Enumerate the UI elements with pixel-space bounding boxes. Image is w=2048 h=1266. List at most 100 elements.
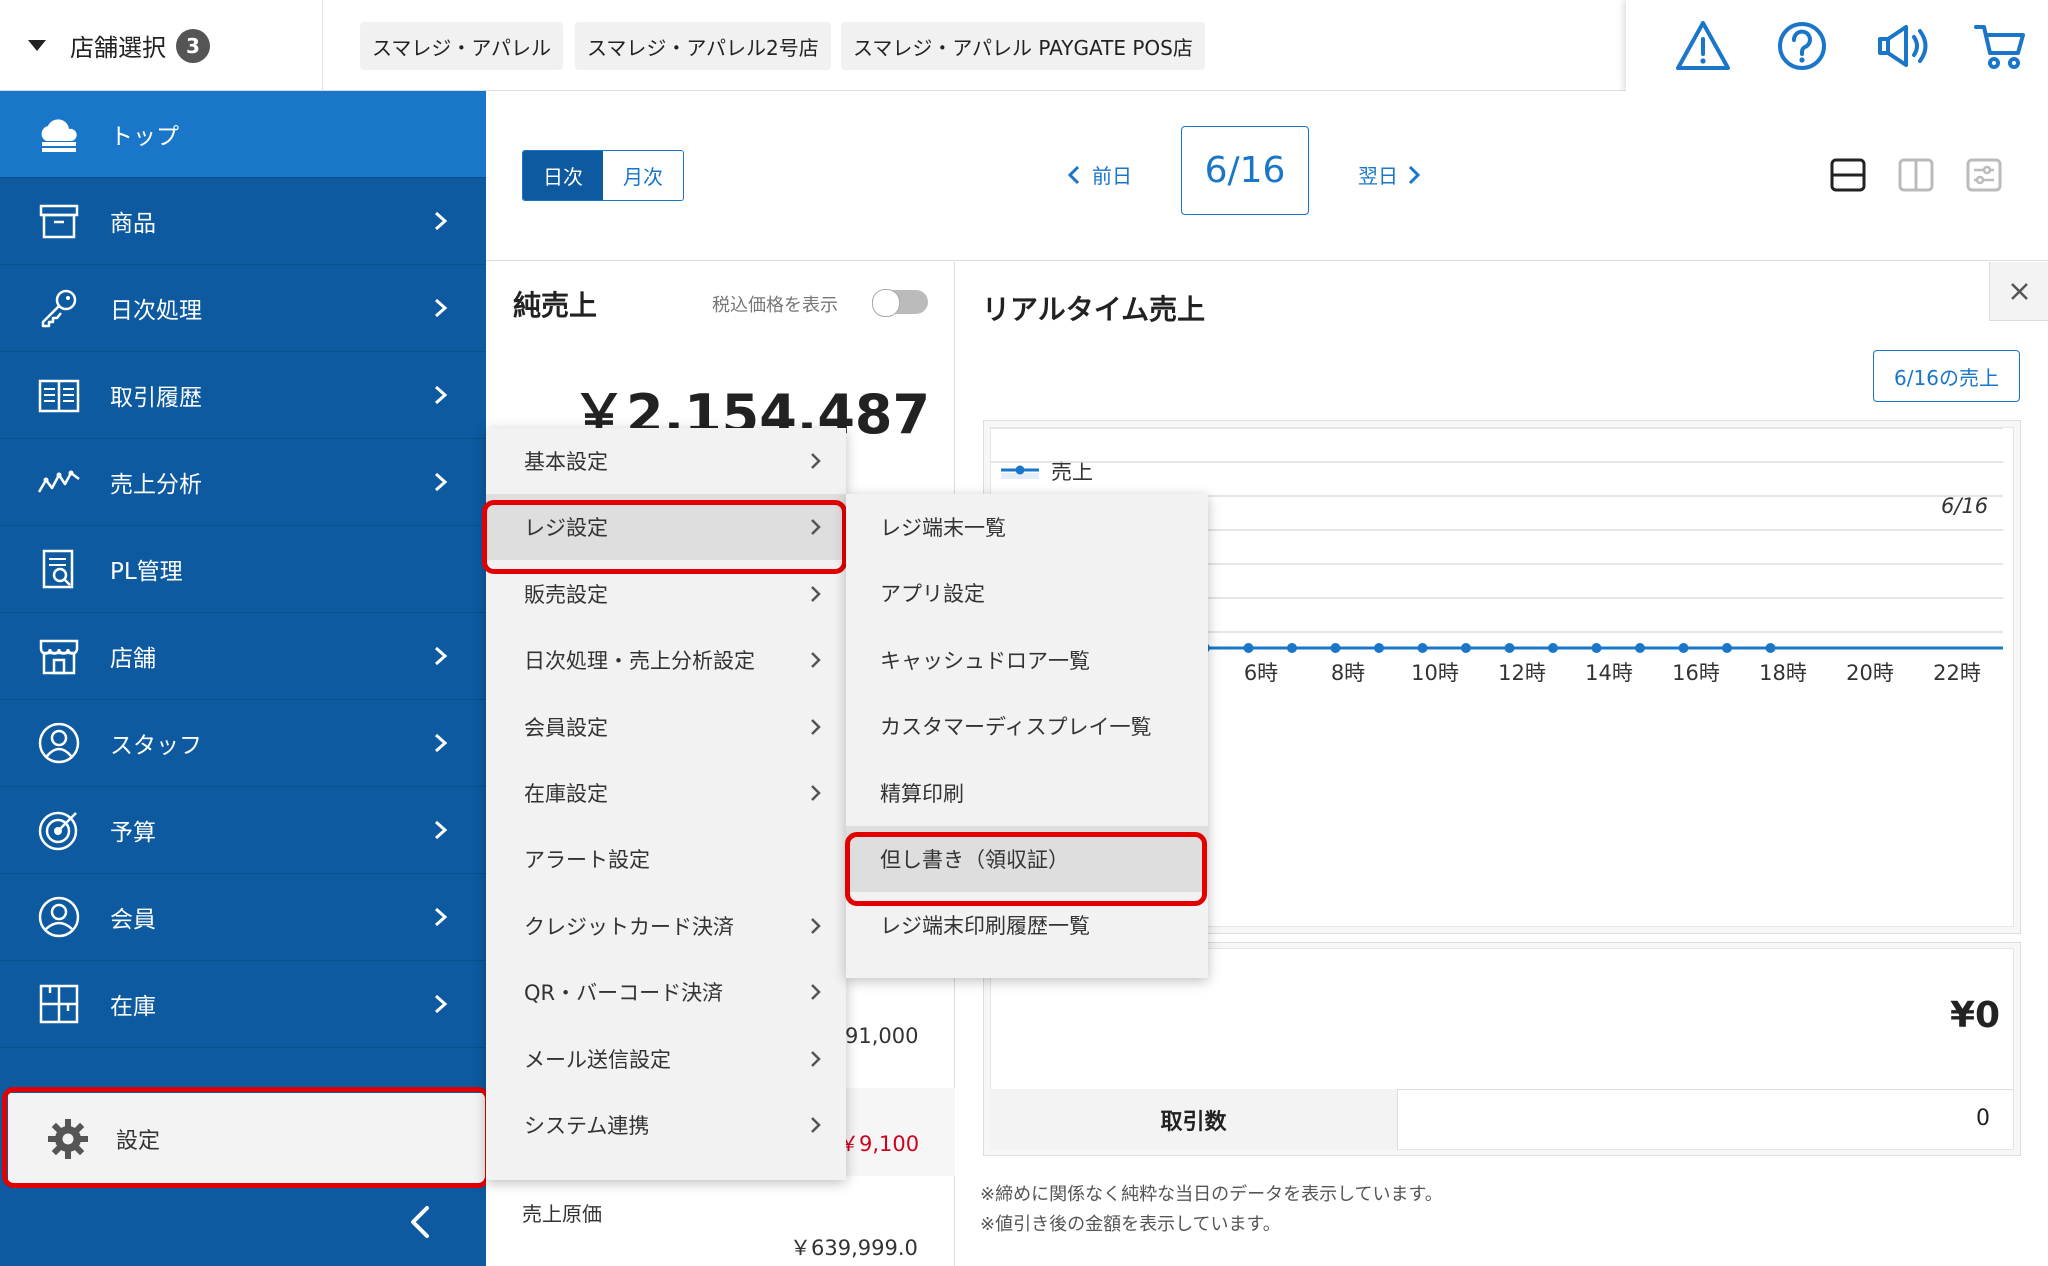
note-2: ※値引き後の金額を表示しています。: [980, 1214, 1281, 1235]
sidebar-item-daily[interactable]: 日次処理: [0, 265, 486, 352]
member-icon: [38, 896, 80, 938]
next-day-label: 翌日: [1358, 164, 1398, 188]
x-tick-label: 8時: [1331, 661, 1365, 685]
close-icon: [2011, 283, 2028, 300]
sidebar-item-label: 店舗: [110, 646, 156, 672]
store-tab-3[interactable]: スマレジ・アパレル PAYGATE POS店: [841, 22, 1205, 70]
menu-item-label: 販売設定: [524, 583, 608, 607]
x-tick-label: 20時: [1846, 661, 1894, 685]
realtime-amount: ¥0: [1950, 995, 2001, 1036]
cost-value: ￥639,999.0: [790, 1236, 918, 1260]
sidebar-item-stores[interactable]: 店舗: [0, 613, 486, 700]
next-day-button[interactable]: 翌日: [1358, 160, 1422, 189]
sidebar-item-label: トップ: [110, 124, 179, 150]
sidebar-item-sales-analysis[interactable]: 売上分析: [0, 439, 486, 526]
sidebar-item-top[interactable]: トップ: [0, 91, 486, 178]
x-tick-label: 12時: [1498, 661, 1546, 685]
chevron-right-icon: [435, 733, 448, 753]
menu-item-mail[interactable]: メール送信設定: [486, 1026, 846, 1092]
menu-item-credit-card[interactable]: クレジットカード決済: [486, 893, 846, 959]
submenu-item-customer-displays[interactable]: カスタマーディスプレイ一覧: [846, 693, 1208, 759]
tax-toggle[interactable]: [872, 289, 928, 317]
chevron-right-icon: [811, 453, 821, 469]
menu-item-qr-payment[interactable]: QR・バーコード決済: [486, 959, 846, 1025]
chevron-right-icon: [435, 472, 448, 492]
header-icons: [1626, 0, 2048, 91]
sidebar-item-label: 予算: [110, 820, 156, 846]
warning-icon[interactable]: [1674, 17, 1732, 75]
submenu-item-terminals[interactable]: レジ端末一覧: [846, 494, 1208, 560]
data-point: [1243, 643, 1254, 653]
submenu-item-app-settings[interactable]: アプリ設定: [846, 560, 1208, 626]
chevron-right-icon: [435, 994, 448, 1014]
data-point: [1722, 643, 1732, 653]
submenu-item-cash-drawers[interactable]: キャッシュドロア一覧: [846, 627, 1208, 693]
cart-icon[interactable]: [1972, 17, 2030, 75]
sidebar-item-pl[interactable]: PL管理: [0, 526, 486, 613]
sales-row-value: 91,000: [845, 1024, 919, 1048]
sidebar-item-members[interactable]: 会員: [0, 874, 486, 961]
sidebar-item-label: スタッフ: [110, 733, 202, 759]
sidebar-item-label: PL管理: [110, 559, 183, 585]
report-icon: [42, 549, 74, 589]
store-count-badge: 3: [176, 28, 210, 63]
period-toggle: 日次 月次: [522, 150, 684, 201]
monthly-tab[interactable]: 月次: [603, 151, 683, 200]
submenu-item-settlement-print[interactable]: 精算印刷: [846, 760, 1208, 826]
sidebar-item-label: 売上分析: [110, 472, 202, 498]
menu-item-inventory[interactable]: 在庫設定: [486, 760, 846, 826]
x-tick-label: 6時: [1244, 661, 1278, 685]
help-icon[interactable]: [1773, 17, 1831, 75]
data-point: [1461, 643, 1471, 653]
menu-item-label: アラート設定: [524, 848, 650, 872]
discount-value: ￥9,100: [838, 1132, 920, 1156]
layout-vertical-icon[interactable]: [1898, 157, 1934, 193]
x-tick-label: 10時: [1411, 661, 1459, 685]
x-tick-label: 18時: [1759, 661, 1807, 685]
menu-item-member[interactable]: 会員設定: [486, 694, 846, 760]
layout-settings-icon[interactable]: [1966, 157, 2002, 193]
sidebar-item-products[interactable]: 商品: [0, 178, 486, 265]
menu-item-alert[interactable]: アラート設定: [486, 826, 846, 892]
sidebar-item-staff[interactable]: スタッフ: [0, 700, 486, 787]
cloud-icon: [41, 119, 77, 152]
prev-day-button[interactable]: 前日: [1066, 160, 1132, 189]
data-point: [1765, 643, 1776, 653]
collapse-sidebar-icon[interactable]: [405, 1202, 435, 1242]
chevron-right-icon: [811, 652, 821, 668]
store-tab-2[interactable]: スマレジ・アパレル2号店: [575, 22, 831, 70]
sidebar-item-budget[interactable]: 予算: [0, 787, 486, 874]
menu-item-label: クレジットカード決済: [524, 915, 734, 939]
chevron-right-icon: [435, 385, 448, 405]
x-tick-label: 16時: [1672, 661, 1720, 685]
menu-item-label: 会員設定: [524, 716, 608, 740]
series-date-label: 6/16: [1941, 494, 1988, 518]
cost-label: 売上原価: [522, 1202, 602, 1226]
data-point: [1635, 643, 1645, 653]
chevron-right-icon: [811, 984, 821, 1000]
sidebar-item-transactions[interactable]: 取引履歴: [0, 352, 486, 439]
transaction-count-value: 0: [1976, 1106, 1990, 1131]
chevron-right-icon: [811, 1117, 821, 1133]
menu-item-label: 基本設定: [524, 450, 608, 474]
menu-item-basic[interactable]: 基本設定: [486, 428, 846, 494]
chevron-right-icon: [1408, 165, 1421, 184]
store-tab-1[interactable]: スマレジ・アパレル: [360, 22, 563, 70]
menu-item-system[interactable]: システム連携: [486, 1092, 846, 1158]
data-point: [1417, 643, 1428, 653]
layout-horizontal-icon[interactable]: [1830, 157, 1866, 193]
sidebar-item-inventory[interactable]: 在庫: [0, 961, 486, 1048]
announcement-icon[interactable]: [1874, 17, 1932, 75]
menu-item-daily-analysis[interactable]: 日次処理・売上分析設定: [486, 627, 846, 693]
data-point: [1287, 643, 1297, 653]
date-sales-button[interactable]: 6/16の売上: [1873, 350, 2020, 402]
daily-tab[interactable]: 日次: [523, 151, 603, 200]
close-panel-button[interactable]: [1989, 262, 2048, 321]
book-icon: [38, 379, 80, 413]
tax-toggle-label: 税込価格を表示: [712, 295, 838, 316]
inventory-icon: [39, 984, 79, 1024]
menu-item-label: QR・バーコード決済: [524, 981, 724, 1005]
current-date[interactable]: 6/16: [1181, 126, 1309, 215]
store-selector[interactable]: 店舗選択 3: [0, 0, 323, 91]
dropdown-triangle-icon: [28, 40, 46, 51]
